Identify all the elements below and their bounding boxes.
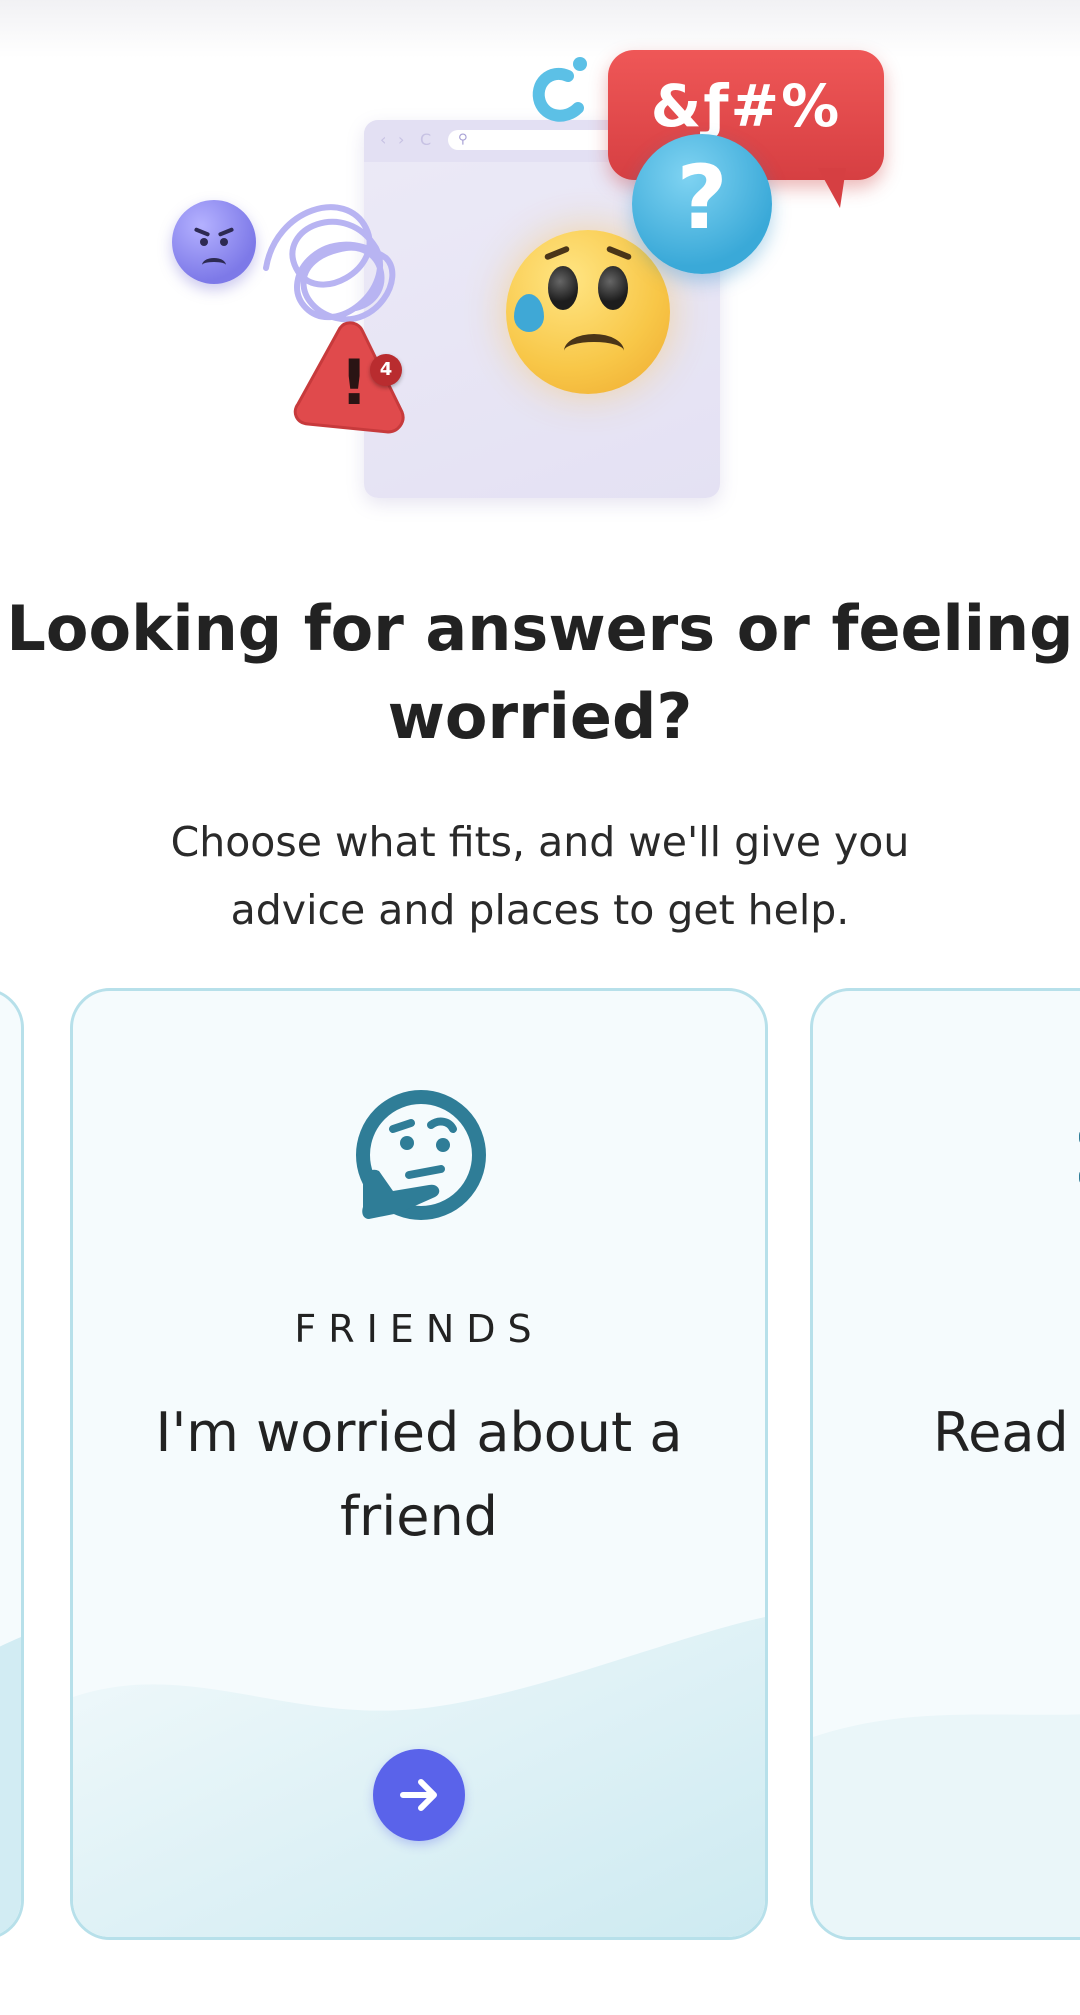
forward-icon: › xyxy=(398,130,405,149)
card-next[interactable]: Read xyxy=(810,988,1080,1940)
reload-icon: C xyxy=(420,130,432,149)
hook-icon xyxy=(532,57,587,122)
page-title: Looking for answers or feeling worried? xyxy=(6,592,1074,753)
card-wave-decoration xyxy=(813,1714,1080,1937)
back-icon: ‹ xyxy=(380,130,387,149)
arrow-right-icon xyxy=(400,1779,437,1811)
card-category-label: FRIENDS xyxy=(294,1307,544,1351)
card-friends[interactable]: FRIENDS I'm worried about a friend xyxy=(70,988,768,1940)
card-title: Read xyxy=(933,1401,1069,1464)
svg-text:!: ! xyxy=(340,346,368,419)
thinking-face-icon xyxy=(356,1090,486,1220)
angry-face-icon xyxy=(172,200,256,284)
search-icon: ⚲ xyxy=(458,132,468,147)
card-previous[interactable] xyxy=(0,988,24,1940)
card-wave-decoration xyxy=(0,1637,21,1937)
screen: ‹ › C ⚲ ! 4 &ƒ#% ? Looking for answers o… xyxy=(0,0,1080,2015)
sad-face-icon xyxy=(506,230,670,394)
warning-icon: ! 4 xyxy=(290,320,410,438)
question-mark: ? xyxy=(676,146,728,249)
page-subtitle: Choose what fits, and we'll give you adv… xyxy=(170,818,910,934)
warning-count-badge: 4 xyxy=(370,354,402,386)
curse-text: &ƒ#% xyxy=(650,72,842,140)
card-icon-fragment xyxy=(1079,1131,1080,1183)
question-bubble-icon: ? xyxy=(632,134,772,274)
hero-illustration: ‹ › C ⚲ ! 4 &ƒ#% ? xyxy=(0,40,1080,498)
card-title: I'm worried about a friend xyxy=(155,1401,683,1548)
card-arrow-button[interactable] xyxy=(373,1749,465,1841)
